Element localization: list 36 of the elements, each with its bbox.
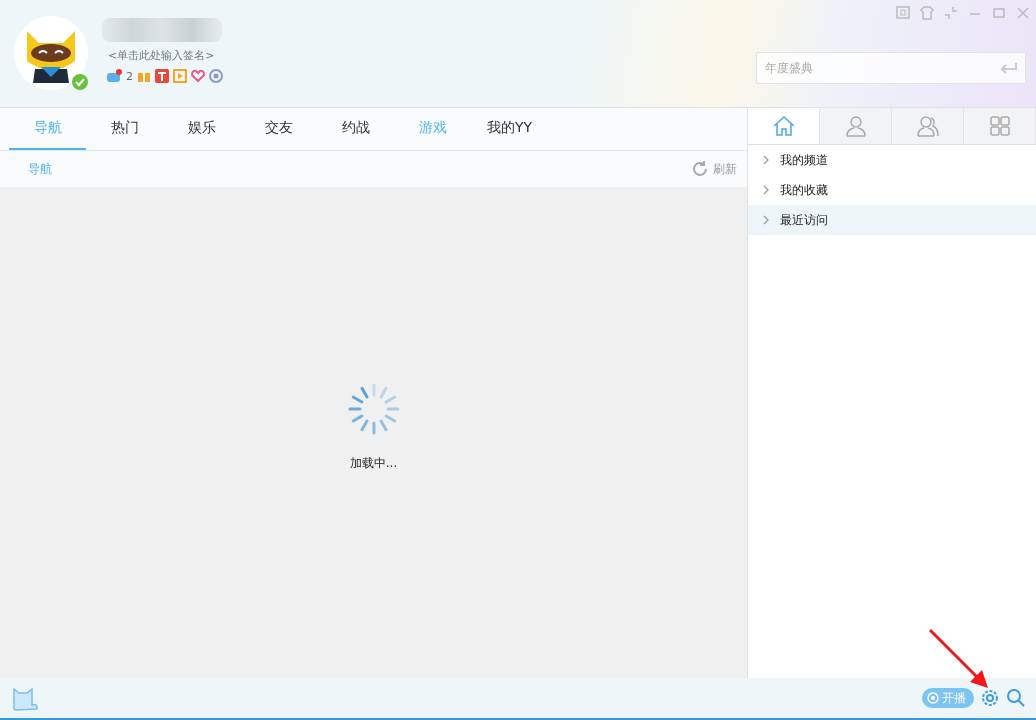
signature-link[interactable]: <单击此处输入签名> [102, 48, 223, 63]
chevron-icon [762, 155, 770, 165]
mini-mode-icon[interactable] [944, 6, 958, 20]
play-icon[interactable] [173, 69, 187, 83]
person-icon [843, 114, 868, 138]
t-badge-icon[interactable] [155, 69, 169, 83]
contacts-icon [915, 114, 940, 138]
settings-icon[interactable] [980, 688, 1000, 708]
search-field[interactable]: 年度盛典 [756, 52, 1026, 84]
shirt-icon[interactable] [920, 6, 934, 20]
refresh-icon [691, 160, 709, 178]
close-icon[interactable] [1016, 6, 1030, 20]
loading-text: 加载中... [349, 455, 398, 472]
sidebar-item[interactable]: 我的频道 [748, 145, 1036, 175]
nav-tab[interactable]: 热门 [86, 108, 163, 150]
nav-tab[interactable]: 我的YY [471, 108, 548, 150]
apps-grid-icon [987, 114, 1012, 138]
message-icon[interactable] [896, 6, 910, 20]
home-icon [771, 114, 796, 138]
chevron-icon [762, 215, 770, 225]
nav-tab[interactable]: 娱乐 [163, 108, 240, 150]
loading-spinner-icon [347, 383, 400, 435]
record-icon [927, 692, 939, 704]
chevron-icon [762, 185, 770, 195]
sidebar-item[interactable]: 最近访问 [748, 205, 1036, 235]
nav-tab[interactable]: 约战 [317, 108, 394, 150]
enter-icon[interactable] [1000, 62, 1018, 74]
badge-count: 2 [126, 69, 133, 83]
nav-tab[interactable]: 交友 [240, 108, 317, 150]
heart-icon[interactable] [191, 69, 205, 83]
maximize-icon[interactable] [992, 6, 1006, 20]
sidebar-item[interactable]: 我的收藏 [748, 175, 1036, 205]
sidebar-tab[interactable] [748, 108, 820, 144]
search-icon[interactable] [1006, 688, 1026, 708]
annotation-arrow [928, 628, 990, 690]
eye-icon[interactable] [209, 69, 223, 83]
